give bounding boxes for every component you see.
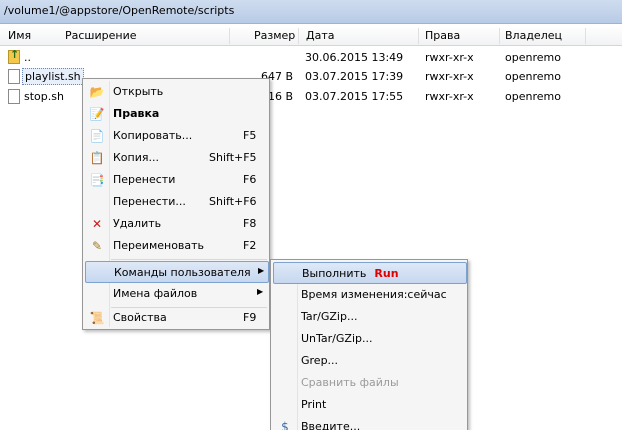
column-separator[interactable] bbox=[418, 28, 419, 44]
shortcut: F8 bbox=[243, 217, 257, 230]
menu-separator bbox=[111, 259, 267, 260]
menu-item-move[interactable]: 📑 Перенести F6 bbox=[85, 169, 267, 191]
menu-item-duplicate[interactable]: 📋 Копия... Shift+F5 bbox=[85, 147, 267, 169]
file-row-parent[interactable]: .. 30.06.2015 13:49 rwxr-xr-x openremo bbox=[0, 48, 622, 67]
file-icon bbox=[8, 89, 20, 104]
delete-icon: ✕ bbox=[91, 217, 103, 231]
file-rights: rwxr-xr-x bbox=[425, 51, 474, 64]
file-owner: openremo bbox=[505, 51, 561, 64]
run-label: Выполнить bbox=[302, 267, 367, 280]
open-folder-icon: 📂 bbox=[89, 85, 105, 99]
menu-item-edit[interactable]: 📝 Правка bbox=[85, 103, 267, 125]
up-folder-icon bbox=[8, 48, 20, 64]
column-owner[interactable]: Владелец bbox=[505, 29, 562, 42]
file-rights: rwxr-xr-x bbox=[425, 90, 474, 103]
menu-item-user-commands[interactable]: Команды пользователя ▶ bbox=[85, 261, 269, 283]
menu-item-copy[interactable]: 📄 Копировать... F5 bbox=[85, 125, 267, 147]
copy-icon: 📄 bbox=[89, 129, 105, 143]
column-size[interactable]: Размер bbox=[254, 29, 295, 42]
column-name[interactable]: Имя bbox=[8, 29, 31, 42]
file-owner: openremo bbox=[505, 70, 561, 83]
file-owner: openremo bbox=[505, 90, 561, 103]
submenu-item-touch-now[interactable]: Время изменения:сейчас bbox=[273, 284, 465, 306]
file-manager-window: /volume1/@appstore/OpenRemote/scripts Им… bbox=[0, 0, 622, 430]
file-rights: rwxr-xr-x bbox=[425, 70, 474, 83]
submenu-arrow-icon: ▶ bbox=[257, 287, 264, 296]
file-name: .. bbox=[24, 51, 31, 64]
command-icon: $ bbox=[281, 420, 289, 430]
file-date: 03.07.2015 17:39 bbox=[305, 70, 404, 83]
menu-item-open[interactable]: 📂 Открыть bbox=[85, 81, 267, 103]
column-header: Имя Расширение Размер Дата Права Владеле… bbox=[0, 26, 622, 46]
shortcut: Shift+F5 bbox=[209, 151, 257, 164]
column-separator[interactable] bbox=[229, 28, 230, 44]
submenu-item-print[interactable]: Print bbox=[273, 394, 465, 416]
path-bar[interactable]: /volume1/@appstore/OpenRemote/scripts bbox=[0, 0, 622, 24]
menu-item-delete[interactable]: ✕ Удалить F8 bbox=[85, 213, 267, 235]
shortcut: Shift+F6 bbox=[209, 195, 257, 208]
properties-icon: 📜 bbox=[89, 311, 105, 325]
edit-icon: 📝 bbox=[89, 107, 105, 121]
menu-item-properties[interactable]: 📜 Свойства F9 bbox=[85, 307, 267, 329]
column-extension[interactable]: Расширение bbox=[65, 29, 137, 42]
column-rights[interactable]: Права bbox=[425, 29, 460, 42]
shortcut: F5 bbox=[243, 129, 257, 142]
shortcut: F9 bbox=[243, 311, 257, 324]
file-size: 16 B bbox=[268, 90, 294, 103]
context-menu: 📂 Открыть 📝 Правка 📄 Копировать... F5 📋 … bbox=[82, 78, 270, 330]
user-commands-submenu: Выполнить Run Время изменения:сейчас Tar/… bbox=[270, 259, 468, 430]
move-icon: 📑 bbox=[89, 173, 105, 187]
menu-item-file-names[interactable]: Имена файлов ▶ bbox=[85, 283, 267, 305]
menu-item-move-dialog[interactable]: Перенести... Shift+F6 bbox=[85, 191, 267, 213]
file-icon bbox=[8, 69, 20, 84]
submenu-item-enter-command[interactable]: $ Введите... bbox=[273, 416, 465, 430]
submenu-item-untar-gzip[interactable]: UnTar/GZip... bbox=[273, 328, 465, 350]
duplicate-icon: 📋 bbox=[89, 151, 105, 165]
column-date[interactable]: Дата bbox=[306, 29, 334, 42]
shortcut: F6 bbox=[243, 173, 257, 186]
menu-item-rename[interactable]: ✎ Переименовать F2 bbox=[85, 235, 267, 257]
file-name: stop.sh bbox=[24, 90, 64, 103]
submenu-item-tar-gzip[interactable]: Tar/GZip... bbox=[273, 306, 465, 328]
rename-icon: ✎ bbox=[91, 239, 103, 253]
submenu-item-grep[interactable]: Grep... bbox=[273, 350, 465, 372]
submenu-item-run[interactable]: Выполнить Run bbox=[273, 262, 467, 284]
file-date: 30.06.2015 13:49 bbox=[305, 51, 404, 64]
file-date: 03.07.2015 17:55 bbox=[305, 90, 404, 103]
run-annotation: Run bbox=[374, 267, 399, 280]
shortcut: F2 bbox=[243, 239, 257, 252]
submenu-item-compare-files: Сравнить файлы bbox=[301, 376, 399, 389]
column-separator[interactable] bbox=[585, 28, 586, 44]
column-separator[interactable] bbox=[499, 28, 500, 44]
column-separator[interactable] bbox=[298, 28, 299, 44]
submenu-arrow-icon: ▶ bbox=[258, 266, 265, 275]
file-name-selected[interactable]: playlist.sh bbox=[22, 68, 84, 85]
